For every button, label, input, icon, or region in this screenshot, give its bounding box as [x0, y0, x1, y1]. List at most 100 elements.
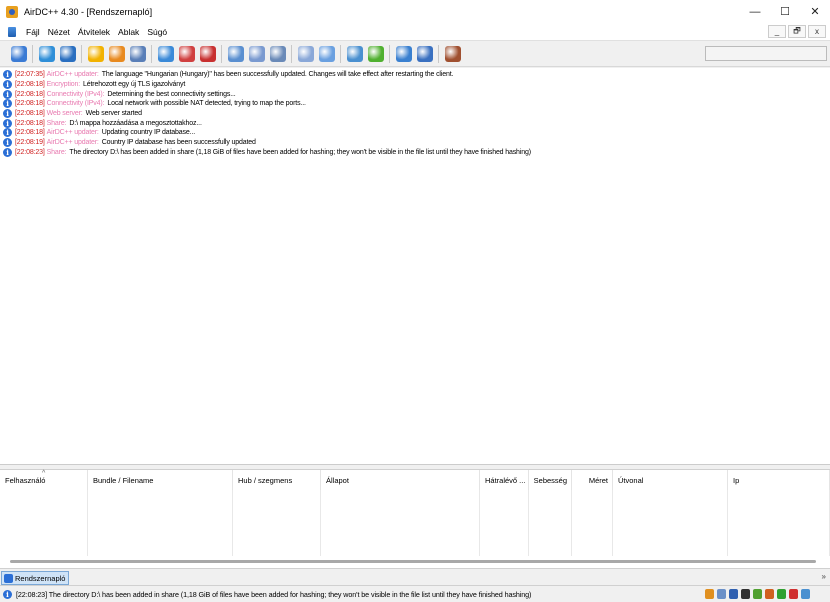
log-source: Connectivity (IPv4): [46, 100, 105, 108]
log-message: The language "Hungarian (Hungary)" has b… [101, 71, 454, 79]
airdc-app-icon [6, 5, 18, 18]
reconnect-icon[interactable] [38, 45, 55, 62]
column-header[interactable]: Állapot [321, 470, 480, 490]
main-toolbar [0, 41, 830, 67]
column-body [572, 490, 613, 556]
toolbar-search-input[interactable] [705, 46, 827, 61]
log-message: Létrehozott egy új TLS igazolványt [83, 81, 186, 89]
log-timestamp: [22:08:18] [15, 129, 45, 137]
menu-window[interactable]: Ablak [114, 27, 143, 37]
log-line: i [22:08:18] Connectivity (IPv4): Determini… [0, 89, 830, 99]
log-timestamp: [22:08:18] [15, 110, 45, 118]
away-icon[interactable] [705, 589, 714, 599]
info-icon: i [3, 147, 12, 157]
maximize-button[interactable]: ☐ [770, 0, 800, 23]
minimize-button[interactable]: — [740, 0, 770, 23]
traffic-icon[interactable] [741, 589, 750, 599]
upload-slots-icon[interactable] [753, 589, 762, 599]
favorites-icon[interactable] [87, 45, 104, 62]
system-log-icon[interactable] [318, 45, 335, 62]
log-line: i [22:07:35] AirDC++ updater: The language … [0, 70, 830, 80]
upload-arrow-icon[interactable] [789, 589, 798, 599]
plugins-icon[interactable] [367, 45, 384, 62]
log-message: D:\ mappa hozzáadása a megosztottakhoz..… [69, 119, 202, 127]
horizontal-scrollbar[interactable] [10, 560, 816, 563]
limiter-icon[interactable] [729, 589, 738, 599]
status-message: [22:08:23] The directory D:\ has been ad… [16, 589, 532, 599]
refresh-share-icon[interactable] [416, 45, 433, 62]
log-timestamp: [22:08:18] [15, 81, 45, 89]
column-body [321, 490, 480, 556]
log-timestamp: [22:07:35] [15, 71, 45, 79]
connect-icon[interactable] [10, 45, 27, 62]
log-message: Country IP database has been successfull… [101, 139, 256, 147]
favorite-users-icon[interactable] [108, 45, 125, 62]
system-log[interactable]: i [22:07:35] AirDC++ updater: The language … [0, 68, 830, 465]
adl-search-icon[interactable] [248, 45, 265, 62]
column-header[interactable]: Sebesség [529, 470, 572, 490]
finished-downloads-icon[interactable] [178, 45, 195, 62]
log-message: Updating country IP database... [101, 129, 196, 137]
menu-file[interactable]: Fájl [22, 27, 44, 37]
log-source: AirDC++ updater: [46, 129, 99, 137]
search-icon[interactable] [227, 45, 244, 62]
toolbar-separator [291, 44, 292, 63]
queue-icon[interactable] [157, 45, 174, 62]
column-body [88, 490, 233, 556]
log-timestamp: [22:08:18] [15, 119, 45, 127]
toolbar-separator [81, 44, 82, 63]
mdi-minimize-button[interactable]: _ [768, 25, 786, 38]
column-header[interactable]: Méret [572, 470, 613, 490]
users-icon[interactable] [129, 45, 146, 62]
follow-redirect-icon[interactable] [59, 45, 76, 62]
column-header[interactable]: Útvonal [613, 470, 728, 490]
mdi-window-icon[interactable] [8, 26, 16, 37]
log-source: Share: [46, 119, 67, 127]
column-body [728, 490, 830, 556]
toolbar-separator [340, 44, 341, 63]
tab-system-log[interactable]: Rendszernapló [1, 571, 70, 585]
finished-uploads-icon[interactable] [199, 45, 216, 62]
column-body [480, 490, 529, 556]
mdi-restore-button[interactable]: 🗗 [788, 25, 806, 38]
log-line: i [22:08:18] Share: D:\ mappa hozzáadása a … [0, 118, 830, 128]
transfers-list[interactable]: ^ Felhasználó Bundle / Filename Hub / szeg… [0, 469, 830, 568]
column-header[interactable]: Bundle / Filename [88, 470, 233, 490]
log-message: Local network with possible NAT detected… [107, 100, 306, 108]
log-source: Encryption: [46, 81, 81, 89]
close-button[interactable]: ✕ [800, 0, 830, 23]
column-header[interactable]: Hátralévő ... [480, 470, 529, 490]
title-bar: AirDC++ 4.30 - [Rendszernapló] — ☐ ✕ [0, 0, 830, 23]
menu-transfers[interactable]: Átvitelek [74, 27, 114, 37]
column-header[interactable]: Felhasználó [0, 470, 88, 490]
log-line: i [22:08:23] Share: The directory D:\ has b… [0, 147, 830, 158]
toolbar-separator [221, 44, 222, 63]
log-message: Web server started [85, 110, 142, 118]
info-icon: i [3, 128, 12, 138]
info-icon: i [3, 89, 12, 99]
log-line: i [22:08:18] Web server: Web server started [0, 109, 830, 119]
menu-help[interactable]: Súgó [143, 27, 171, 37]
tab-overflow-button[interactable]: » [822, 572, 826, 581]
log-source: Connectivity (IPv4): [46, 90, 105, 98]
download-slots-icon[interactable] [765, 589, 774, 599]
tab-label: Rendszernapló [15, 573, 66, 583]
info-icon: i [3, 138, 12, 148]
settings-icon[interactable] [444, 45, 461, 62]
status-icons [705, 589, 810, 599]
log-timestamp: [22:08:23] [15, 148, 45, 156]
search-spy-icon[interactable] [269, 45, 286, 62]
open-folder-icon[interactable] [395, 45, 412, 62]
toolbar-separator [438, 44, 439, 63]
column-header[interactable]: Hub / szegmens [233, 470, 321, 490]
window-title: AirDC++ 4.30 - [Rendszernapló] [24, 6, 153, 17]
column-body [233, 490, 321, 556]
mdi-close-button[interactable]: x [808, 25, 826, 38]
download-arrow-icon[interactable] [777, 589, 786, 599]
notepad-icon[interactable] [297, 45, 314, 62]
hubs-icon[interactable] [801, 589, 810, 599]
menu-view[interactable]: Nézet [44, 27, 74, 37]
open-filelist-icon[interactable] [346, 45, 363, 62]
column-header[interactable]: Ip [728, 470, 830, 490]
shutdown-icon[interactable] [717, 589, 726, 599]
